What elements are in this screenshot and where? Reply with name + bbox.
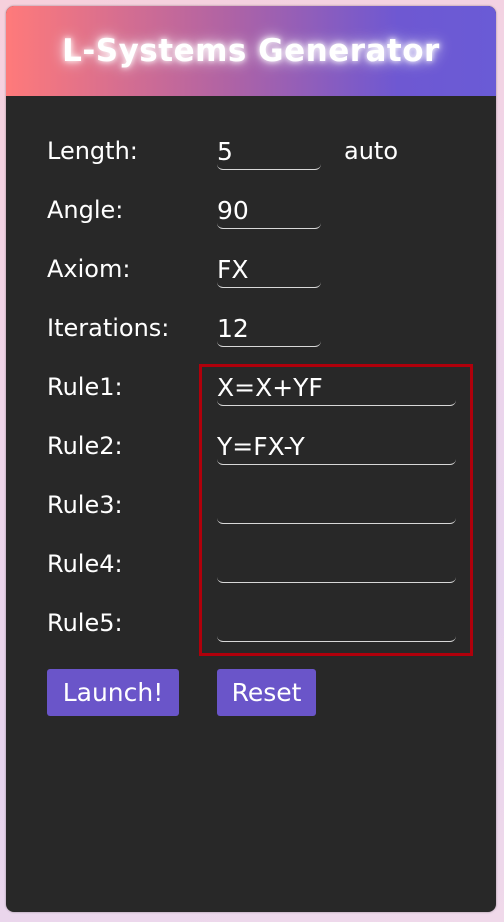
rule1-row: Rule1: <box>6 364 496 408</box>
axiom-label: Axiom: <box>47 255 131 283</box>
rule3-label: Rule3: <box>47 491 123 519</box>
reset-button[interactable]: Reset <box>217 669 316 716</box>
rule3-input[interactable] <box>217 488 456 524</box>
generator-panel: L-Systems Generator Length: auto Angle: … <box>6 6 496 912</box>
settings-form: Length: auto Angle: Axiom: Iterations: R… <box>6 96 496 912</box>
rule1-input[interactable] <box>217 370 456 406</box>
header-bar: L-Systems Generator <box>6 6 496 96</box>
rule4-label: Rule4: <box>47 550 123 578</box>
angle-input[interactable] <box>217 193 321 229</box>
rule5-row: Rule5: <box>6 600 496 644</box>
length-row: Length: auto <box>6 128 496 172</box>
iterations-input[interactable] <box>217 311 321 347</box>
axiom-row: Axiom: <box>6 246 496 290</box>
launch-button[interactable]: Launch! <box>47 669 179 716</box>
rule2-input[interactable] <box>217 429 456 465</box>
rule4-input[interactable] <box>217 547 456 583</box>
length-auto-label: auto <box>344 137 399 165</box>
rule4-row: Rule4: <box>6 541 496 585</box>
rule5-label: Rule5: <box>47 609 123 637</box>
length-label: Length: <box>47 137 138 165</box>
angle-label: Angle: <box>47 196 124 224</box>
angle-row: Angle: <box>6 187 496 231</box>
iterations-row: Iterations: <box>6 305 496 349</box>
iterations-label: Iterations: <box>47 314 170 342</box>
rule1-label: Rule1: <box>47 373 123 401</box>
rule5-input[interactable] <box>217 606 456 642</box>
rule2-label: Rule2: <box>47 432 123 460</box>
axiom-input[interactable] <box>217 252 321 288</box>
length-input[interactable] <box>217 134 321 170</box>
rule3-row: Rule3: <box>6 482 496 526</box>
app-title: L-Systems Generator <box>62 33 440 69</box>
rule2-row: Rule2: <box>6 423 496 467</box>
